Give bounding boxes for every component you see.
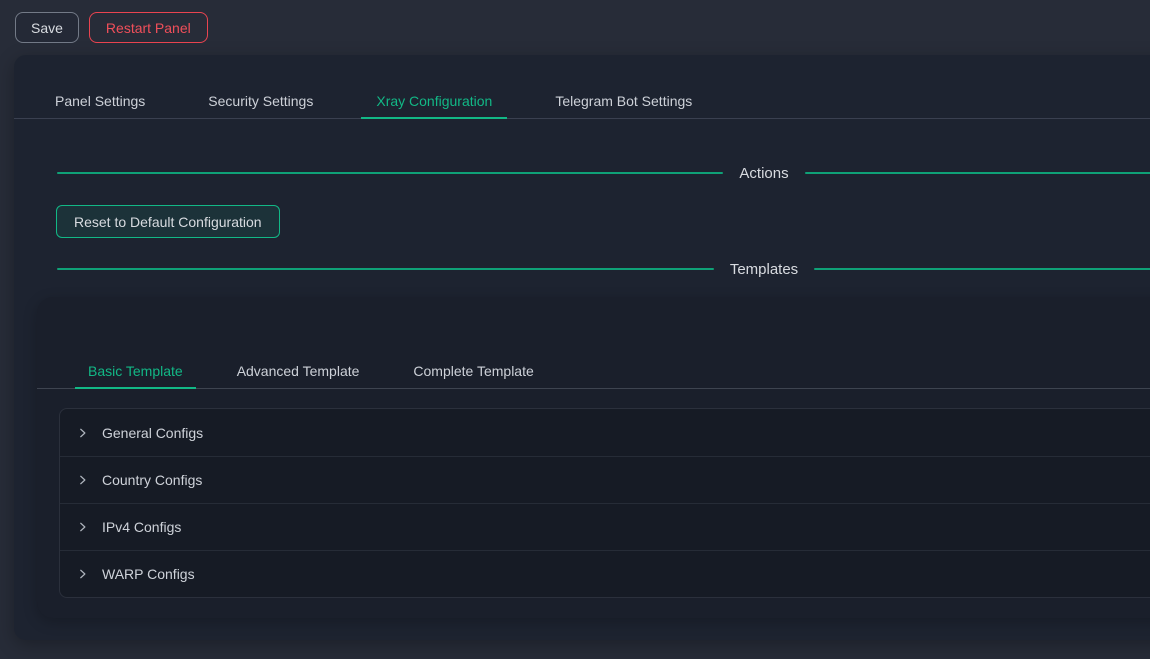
accordion-item-country-configs[interactable]: Country Configs [60,456,1150,503]
divider-line [57,172,723,174]
divider-line [805,172,1150,174]
divider-line [814,268,1150,270]
save-button[interactable]: Save [15,12,79,43]
reset-default-config-button[interactable]: Reset to Default Configuration [56,205,280,238]
tab-advanced-template[interactable]: Advanced Template [224,355,373,389]
chevron-right-icon [77,568,89,580]
settings-card: Panel Settings Security Settings Xray Co… [14,55,1150,640]
tab-panel-settings[interactable]: Panel Settings [40,85,160,119]
templates-card: Basic Template Advanced Template Complet… [37,297,1150,618]
tab-telegram-bot-settings[interactable]: Telegram Bot Settings [540,85,707,119]
chevron-right-icon [77,521,89,533]
tab-xray-configuration[interactable]: Xray Configuration [361,85,507,119]
tab-complete-template[interactable]: Complete Template [400,355,546,389]
accordion-item-label: WARP Configs [102,566,195,582]
chevron-right-icon [77,474,89,486]
tab-basic-template[interactable]: Basic Template [75,355,196,389]
actions-divider: Actions [57,163,1150,183]
accordion-item-label: General Configs [102,425,203,441]
actions-divider-label: Actions [739,165,788,182]
chevron-right-icon [77,427,89,439]
xray-configuration-page: Save Restart Panel Panel Settings Securi… [0,0,1150,659]
accordion-item-label: IPv4 Configs [102,519,181,535]
toolbar: Save Restart Panel [15,12,208,43]
restart-panel-button[interactable]: Restart Panel [89,12,208,43]
templates-divider: Templates [57,259,1150,279]
tab-security-settings[interactable]: Security Settings [193,85,328,119]
divider-line [57,268,714,270]
template-accordion: General Configs Country Configs IPv4 Con… [59,408,1150,598]
accordion-item-ipv4-configs[interactable]: IPv4 Configs [60,503,1150,550]
accordion-item-general-configs[interactable]: General Configs [60,409,1150,456]
accordion-item-label: Country Configs [102,472,202,488]
accordion-item-warp-configs[interactable]: WARP Configs [60,550,1150,597]
templates-divider-label: Templates [730,261,798,278]
settings-tab-list: Panel Settings Security Settings Xray Co… [40,85,707,119]
template-tab-list: Basic Template Advanced Template Complet… [75,355,547,389]
